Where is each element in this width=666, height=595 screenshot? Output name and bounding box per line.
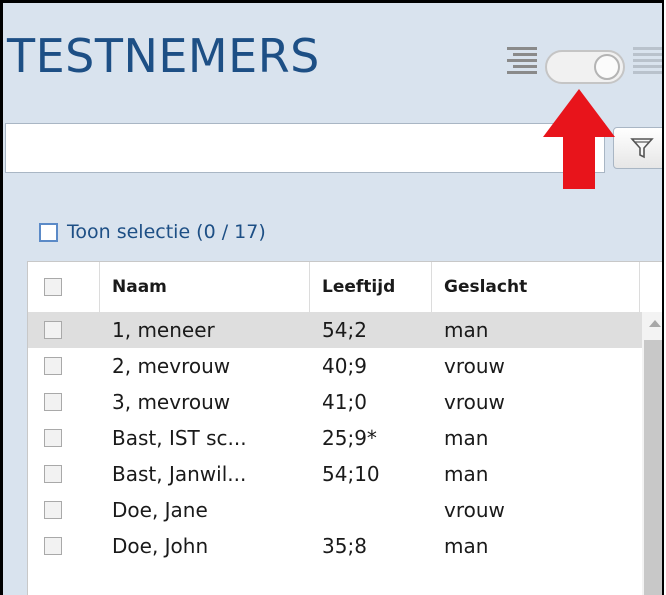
row-checkbox[interactable] (44, 357, 62, 375)
cell-geslacht: man (444, 462, 489, 486)
cell-geslacht: man (444, 534, 489, 558)
cell-naam: Bast, Janwil... (112, 462, 247, 486)
scroll-thumb[interactable] (644, 340, 662, 595)
funnel-icon (630, 138, 654, 159)
search-input[interactable] (5, 123, 605, 173)
table-row[interactable]: Bast, IST sc... 25;9* man (28, 420, 642, 456)
cell-geslacht: vrouw (444, 498, 505, 522)
row-checkbox[interactable] (44, 465, 62, 483)
cell-geslacht: man (444, 318, 489, 342)
row-checkbox[interactable] (44, 429, 62, 447)
cell-leeftijd: 25;9* (322, 426, 377, 450)
view-toggle-switch[interactable] (545, 50, 625, 84)
column-header-leeftijd[interactable]: Leeftijd (310, 262, 432, 312)
list-lines-icon[interactable] (633, 47, 662, 81)
table-row[interactable]: 3, mevrouw 41;0 vrouw (28, 384, 642, 420)
select-all-cell (28, 262, 100, 312)
panel-title: TESTNEMERS (7, 29, 320, 83)
toggle-knob (594, 54, 620, 80)
cell-leeftijd: 41;0 (322, 390, 367, 414)
vertical-scrollbar[interactable] (642, 312, 662, 595)
column-header-geslacht[interactable]: Geslacht (432, 262, 640, 312)
cell-naam: 3, mevrouw (112, 390, 231, 414)
table-row[interactable]: Doe, Jane vrouw (28, 492, 642, 528)
testnemers-panel: TESTNEMERS Toon selectie (0 / 17) Naam L… (0, 0, 664, 595)
cell-naam: Doe, John (112, 534, 209, 558)
table-row[interactable]: 2, mevrouw 40;9 vrouw (28, 348, 642, 384)
toon-selectie-label: Toon selectie (0 / 17) (67, 221, 266, 243)
table-row[interactable]: Doe, John 35;8 man (28, 528, 642, 564)
select-all-checkbox[interactable] (44, 278, 62, 296)
row-checkbox[interactable] (44, 393, 62, 411)
cell-geslacht: vrouw (444, 390, 505, 414)
cell-leeftijd (310, 492, 432, 528)
testnemers-table: Naam Leeftijd Geslacht 1, meneer 54;2 man 2… (27, 261, 662, 595)
cell-leeftijd: 40;9 (322, 354, 367, 378)
column-header-naam[interactable]: Naam (100, 262, 310, 312)
cell-naam: Bast, IST sc... (112, 426, 247, 450)
toon-selectie-checkbox[interactable] (39, 222, 58, 242)
cell-leeftijd: 54;10 (322, 462, 380, 486)
filter-button[interactable] (613, 127, 662, 169)
table-row[interactable]: 1, meneer 54;2 man (28, 312, 642, 348)
table-header: Naam Leeftijd Geslacht (28, 262, 662, 313)
arrow-up-icon (543, 89, 615, 189)
row-checkbox[interactable] (44, 501, 62, 519)
cell-naam: 2, mevrouw (112, 354, 231, 378)
list-lines-icon[interactable] (507, 47, 541, 81)
table-row[interactable]: Bast, Janwil... 54;10 man (28, 456, 642, 492)
row-checkbox[interactable] (44, 321, 62, 339)
scroll-up-arrow-icon[interactable] (649, 320, 661, 327)
cell-geslacht: vrouw (444, 354, 505, 378)
cell-leeftijd: 54;2 (322, 318, 367, 342)
row-checkbox[interactable] (44, 537, 62, 555)
cell-naam: 1, meneer (112, 318, 215, 342)
cell-naam: Doe, Jane (112, 498, 208, 522)
cell-leeftijd: 35;8 (322, 534, 367, 558)
cell-geslacht: man (444, 426, 489, 450)
toon-selectie-toggle[interactable]: Toon selectie (0 / 17) (39, 218, 266, 246)
